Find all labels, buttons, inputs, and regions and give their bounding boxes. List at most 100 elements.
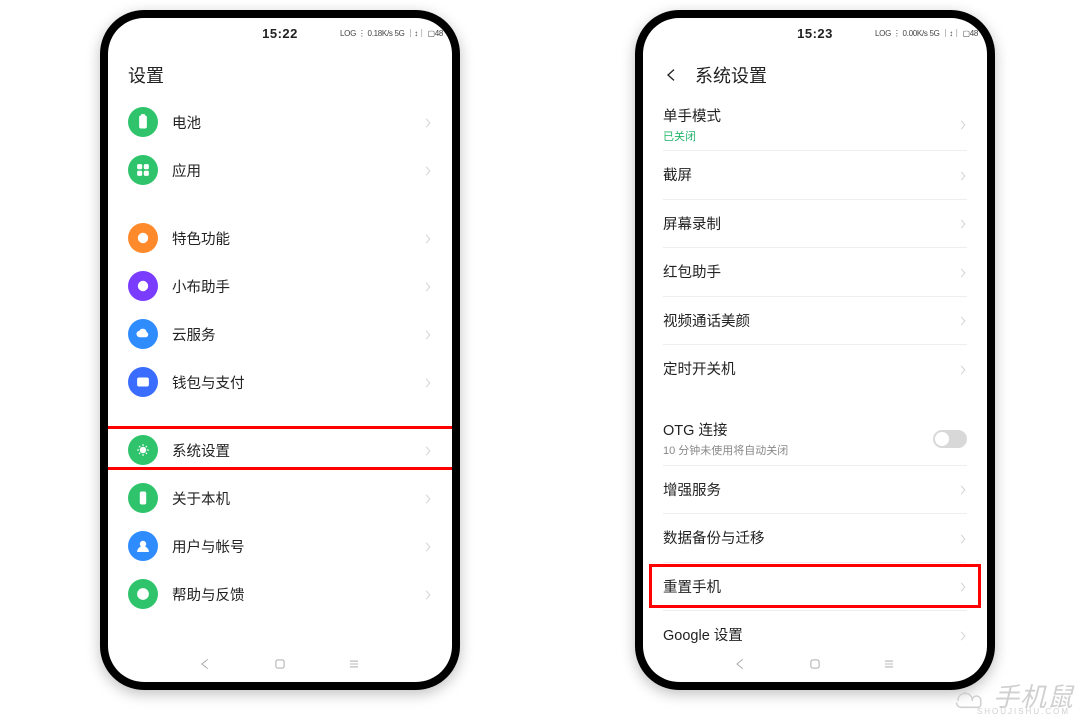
row-text: 数据备份与迁移 [663, 527, 959, 548]
row-label: 屏幕录制 [663, 213, 959, 234]
chevron-right-icon [959, 217, 967, 229]
chevron-right-icon [424, 588, 432, 600]
features-icon [128, 223, 158, 253]
row-status: 已关闭 [663, 128, 959, 144]
row-label: 特色功能 [172, 228, 424, 249]
apps-icon [128, 155, 158, 185]
settings-row-breeno[interactable]: 小布助手 [108, 262, 452, 310]
battery-icon [128, 107, 158, 137]
settings-row-reset[interactable]: 重置手机 [643, 562, 987, 610]
settings-row-about[interactable]: 关于本机 [108, 474, 452, 522]
settings-row-backup[interactable]: 数据备份与迁移 [643, 514, 987, 562]
chevron-right-icon [959, 266, 967, 278]
back-button[interactable] [663, 66, 681, 84]
row-label: 重置手机 [663, 576, 959, 597]
row-label: 定时开关机 [663, 358, 959, 379]
chevron-right-icon [424, 492, 432, 504]
row-label: 小布助手 [172, 276, 424, 297]
chevron-right-icon [959, 580, 967, 592]
chevron-right-icon [959, 314, 967, 326]
phone-right: 15:23 LOG ⋮ 0.00K/s 5G ｜↕｜ ▢48 系统设置 单手模式… [635, 10, 995, 690]
nav-recent-icon[interactable] [881, 656, 897, 672]
about-icon [128, 483, 158, 513]
chevron-right-icon [424, 376, 432, 388]
settings-row-account[interactable]: 用户与帐号 [108, 522, 452, 570]
row-label: 红包助手 [663, 261, 959, 282]
breeno-icon [128, 271, 158, 301]
nav-back-icon[interactable] [733, 656, 749, 672]
row-text: 屏幕录制 [663, 213, 959, 234]
row-label: 电池 [172, 112, 424, 133]
watermark: 手机鼠 SHOUJISHU.COM [951, 677, 1074, 714]
chevron-right-icon [959, 118, 967, 130]
chevron-right-icon [424, 280, 432, 292]
settings-row-otg[interactable]: OTG 连接 10 分钟未使用将自动关闭 [643, 413, 987, 465]
page-header: 设置 [108, 48, 452, 98]
settings-row-redpacket[interactable]: 红包助手 [643, 248, 987, 296]
settings-list: 电池应用特色功能小布助手云服务钱包与支付系统设置关于本机用户与帐号帮助与反馈 [108, 98, 452, 646]
row-label: 截屏 [663, 164, 959, 185]
help-icon [128, 579, 158, 609]
nav-bar [643, 646, 987, 682]
settings-row-system[interactable]: 系统设置 [108, 426, 452, 474]
chevron-right-icon [959, 532, 967, 544]
row-text: 增强服务 [663, 479, 959, 500]
status-time: 15:23 [755, 26, 875, 41]
settings-row-beauty[interactable]: 视频通话美颜 [643, 296, 987, 344]
status-indicators: LOG ⋮ 0.00K/s 5G ｜↕｜ ▢48 [875, 28, 965, 39]
chevron-right-icon [424, 232, 432, 244]
chevron-right-icon [424, 540, 432, 552]
row-label: 系统设置 [172, 440, 424, 461]
nav-back-icon[interactable] [198, 656, 214, 672]
row-label: 云服务 [172, 324, 424, 345]
system-icon [128, 435, 158, 465]
row-label: 关于本机 [172, 488, 424, 509]
row-text: OTG 连接 10 分钟未使用将自动关闭 [663, 419, 933, 458]
status-bar: 15:23 LOG ⋮ 0.00K/s 5G ｜↕｜ ▢48 [643, 18, 987, 48]
settings-row-record[interactable]: 屏幕录制 [643, 199, 987, 247]
settings-row-battery[interactable]: 电池 [108, 98, 452, 146]
row-text: 截屏 [663, 164, 959, 185]
settings-row-enhance[interactable]: 增强服务 [643, 465, 987, 513]
settings-row-features[interactable]: 特色功能 [108, 214, 452, 262]
row-text: 红包助手 [663, 261, 959, 282]
row-label: 增强服务 [663, 479, 959, 500]
row-label: 数据备份与迁移 [663, 527, 959, 548]
row-label: OTG 连接 [663, 419, 933, 440]
row-label: 应用 [172, 160, 424, 181]
status-indicators: LOG ⋮ 0.18K/s 5G ｜↕｜ ▢48 [340, 28, 430, 39]
settings-row-cloud[interactable]: 云服务 [108, 310, 452, 358]
row-label: 帮助与反馈 [172, 584, 424, 605]
nav-recent-icon[interactable] [346, 656, 362, 672]
settings-row-google[interactable]: Google 设置 [643, 611, 987, 647]
row-text: 单手模式已关闭 [663, 105, 959, 144]
chevron-right-icon [959, 363, 967, 375]
nav-bar [108, 646, 452, 682]
chevron-right-icon [424, 116, 432, 128]
row-text: 定时开关机 [663, 358, 959, 379]
account-icon [128, 531, 158, 561]
phone-left: 15:22 LOG ⋮ 0.18K/s 5G ｜↕｜ ▢48 设置 电池应用特色… [100, 10, 460, 690]
chevron-right-icon [959, 629, 967, 641]
wallet-icon [128, 367, 158, 397]
chevron-right-icon [424, 164, 432, 176]
chevron-right-icon [959, 169, 967, 181]
settings-row-screenshot[interactable]: 截屏 [643, 151, 987, 199]
chevron-right-icon [424, 328, 432, 340]
status-bar: 15:22 LOG ⋮ 0.18K/s 5G ｜↕｜ ▢48 [108, 18, 452, 48]
watermark-sub: SHOUJISHU.COM [977, 707, 1070, 716]
toggle-otg[interactable] [933, 430, 967, 448]
row-label: Google 设置 [663, 624, 959, 645]
settings-row-help[interactable]: 帮助与反馈 [108, 570, 452, 618]
row-subtitle: 10 分钟未使用将自动关闭 [663, 442, 933, 458]
settings-row-onehand[interactable]: 单手模式已关闭 [643, 98, 987, 150]
settings-row-apps[interactable]: 应用 [108, 146, 452, 194]
system-settings-list: 单手模式已关闭截屏屏幕录制红包助手视频通话美颜定时开关机 OTG 连接 10 分钟未… [643, 98, 987, 646]
settings-row-schedule[interactable]: 定时开关机 [643, 345, 987, 393]
cloud-icon [128, 319, 158, 349]
nav-home-icon[interactable] [272, 656, 288, 672]
settings-row-wallet[interactable]: 钱包与支付 [108, 358, 452, 406]
row-text: Google 设置 [663, 624, 959, 645]
page-title: 系统设置 [695, 62, 767, 88]
nav-home-icon[interactable] [807, 656, 823, 672]
